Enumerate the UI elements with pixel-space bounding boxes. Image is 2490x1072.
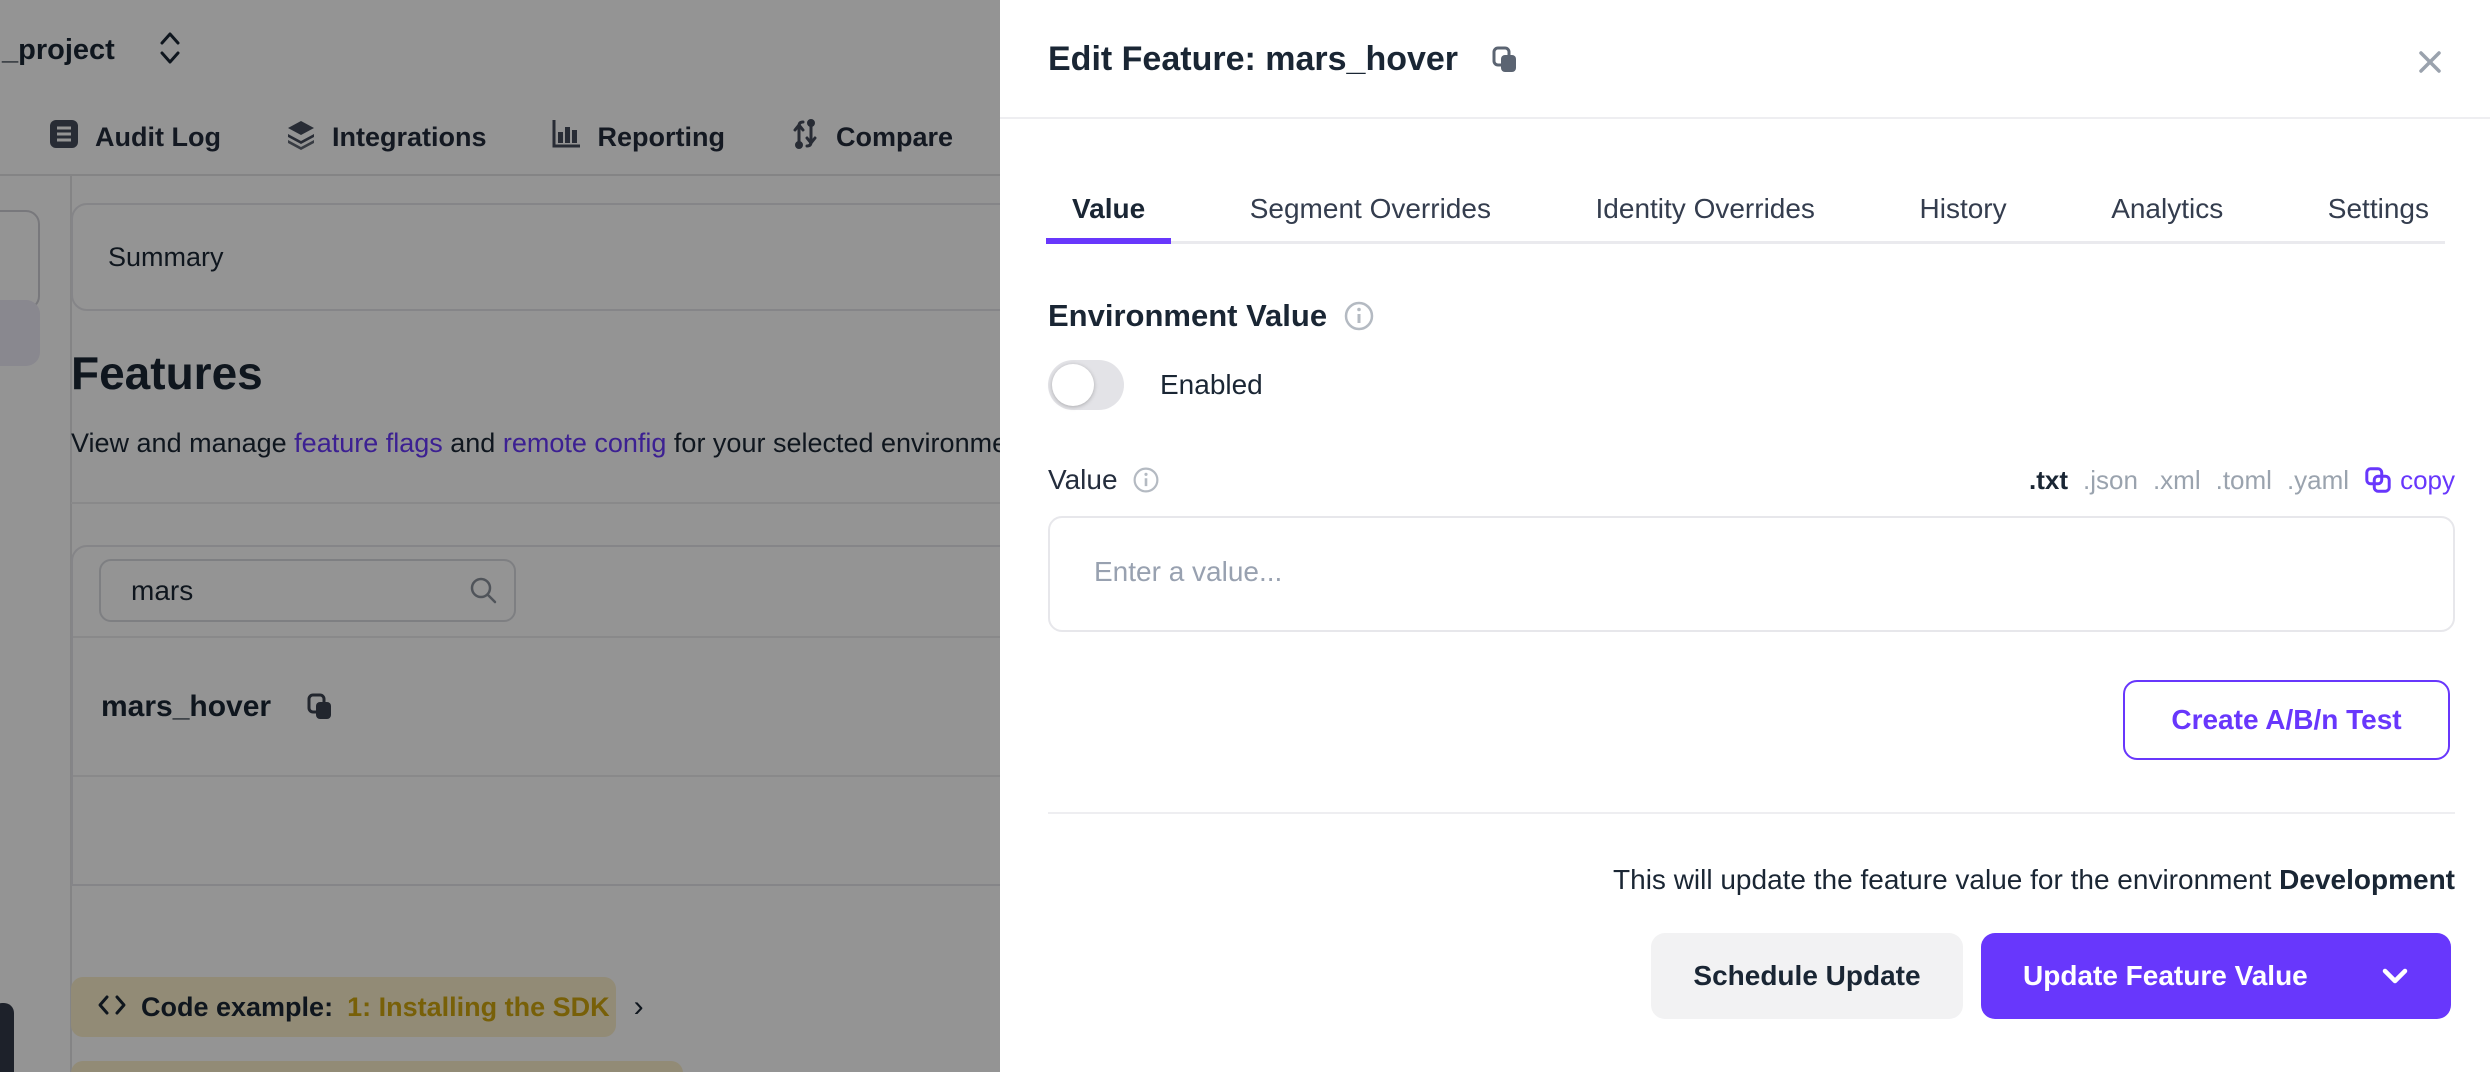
- update-note-text: This will update the feature value for t…: [1613, 864, 2279, 895]
- modal-title: Edit Feature: mars_hover: [1048, 40, 1458, 79]
- value-label: Value: [1048, 464, 1118, 496]
- info-icon[interactable]: [1132, 466, 1160, 494]
- update-button-label: Update Feature Value: [2023, 960, 2308, 992]
- create-ab-test-button[interactable]: Create A/B/n Test: [2123, 680, 2450, 760]
- feature-enabled-toggle[interactable]: [1048, 360, 1124, 410]
- environment-value-heading: Environment Value: [1048, 298, 1327, 334]
- schedule-update-button[interactable]: Schedule Update: [1651, 933, 1963, 1019]
- tab-settings[interactable]: Settings: [2302, 180, 2455, 244]
- footer-divider: [1048, 812, 2455, 814]
- tab-value[interactable]: Value: [1046, 180, 1171, 244]
- copy-label: copy: [2400, 465, 2455, 496]
- value-format-switcher: .txt .json .xml .toml .yaml copy: [2029, 465, 2455, 496]
- toggle-label: Enabled: [1160, 369, 1263, 401]
- chevron-down-icon: [2381, 966, 2409, 986]
- format-toml[interactable]: .toml: [2216, 465, 2272, 496]
- environment-name: Development: [2279, 864, 2455, 895]
- tab-identity-overrides[interactable]: Identity Overrides: [1570, 180, 1841, 244]
- tab-segment-overrides[interactable]: Segment Overrides: [1224, 180, 1517, 244]
- info-icon[interactable]: [1343, 300, 1375, 332]
- tab-history[interactable]: History: [1894, 180, 2033, 244]
- modal-header: Edit Feature: mars_hover: [1000, 0, 2490, 119]
- screen: _project Audit Log Integrations: [0, 0, 2490, 1072]
- feature-value-input[interactable]: [1048, 516, 2455, 632]
- close-icon[interactable]: [2408, 40, 2452, 84]
- format-yaml[interactable]: .yaml: [2287, 465, 2349, 496]
- copy-icon: [2364, 466, 2392, 494]
- tab-analytics[interactable]: Analytics: [2085, 180, 2249, 244]
- copy-value-button[interactable]: copy: [2364, 465, 2455, 496]
- format-json[interactable]: .json: [2083, 465, 2138, 496]
- edit-feature-modal: Edit Feature: mars_hover Value Segment O…: [1000, 0, 2490, 1072]
- format-txt[interactable]: .txt: [2029, 465, 2068, 496]
- copy-feature-name-icon[interactable]: [1490, 45, 1520, 75]
- update-feature-value-button[interactable]: Update Feature Value: [1981, 933, 2451, 1019]
- modal-tabs: Value Segment Overrides Identity Overrid…: [1046, 180, 2455, 244]
- format-xml[interactable]: .xml: [2153, 465, 2201, 496]
- modal-header-divider: [1000, 117, 2490, 119]
- toggle-knob: [1052, 364, 1094, 406]
- update-note: This will update the feature value for t…: [1613, 864, 2455, 896]
